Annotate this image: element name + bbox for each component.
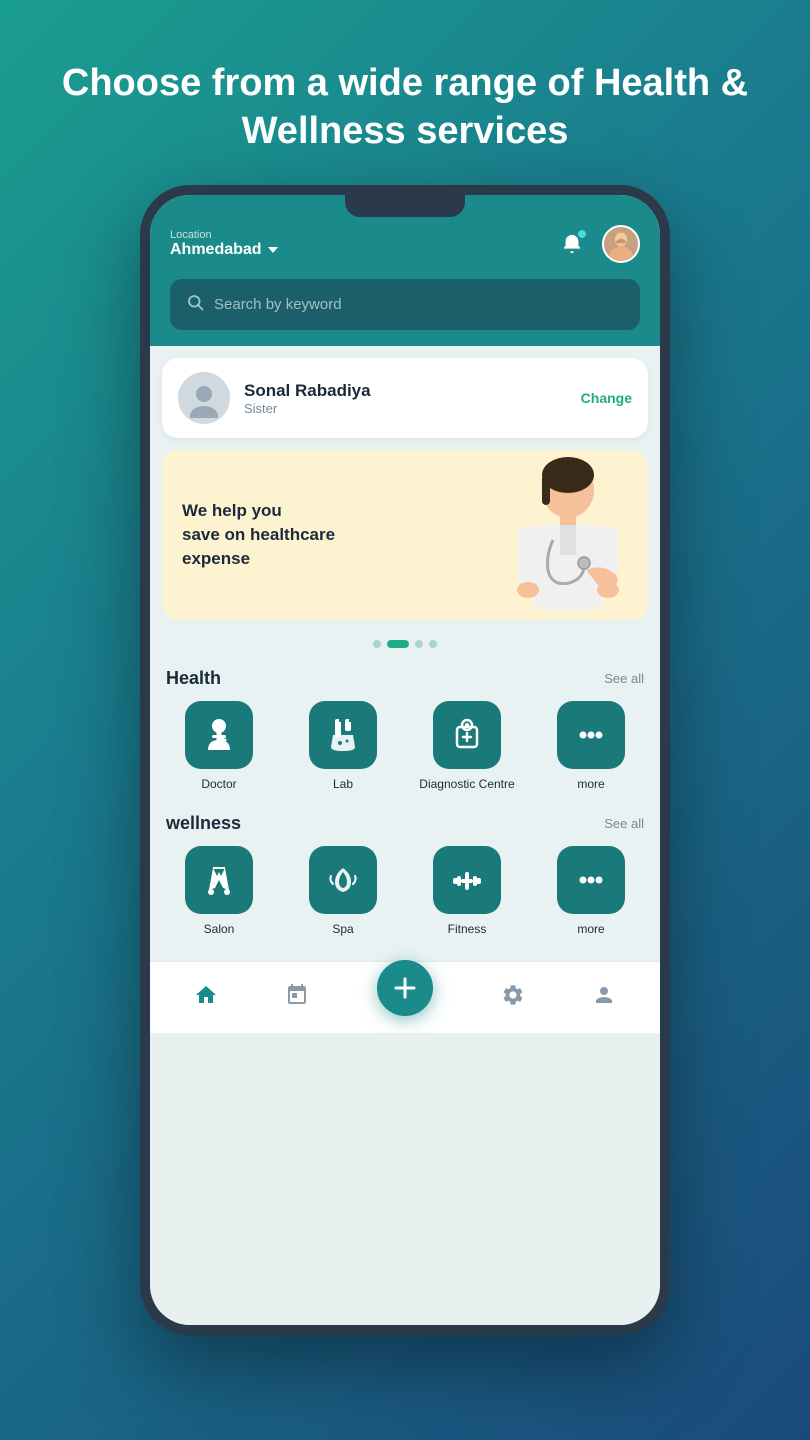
patient-info: Sonal Rabadiya Sister: [244, 381, 567, 416]
banner-dots: [162, 632, 648, 660]
more-wellness-icon: [557, 846, 625, 914]
service-spa[interactable]: Spa: [286, 846, 400, 938]
add-fab-button[interactable]: [377, 960, 433, 1016]
promo-banner: We help you save on healthcare expense: [162, 450, 648, 620]
more-health-label: more: [577, 777, 604, 793]
health-section-header: Health See all: [162, 660, 648, 701]
service-diagnostic[interactable]: Diagnostic Centre: [410, 701, 524, 793]
bottom-navigation: [150, 961, 660, 1033]
health-service-grid: Doctor Lab: [162, 701, 648, 793]
header-actions: [554, 225, 640, 263]
wellness-see-all-button[interactable]: See all: [604, 816, 644, 831]
patient-name: Sonal Rabadiya: [244, 381, 567, 401]
location-value: Ahmedabad: [170, 241, 278, 259]
chevron-down-icon: [268, 247, 278, 253]
doctor-label: Doctor: [201, 777, 236, 793]
banner-text: We help you save on healthcare expense: [162, 479, 648, 590]
service-doctor[interactable]: Doctor: [162, 701, 276, 793]
profile-icon: [592, 983, 616, 1013]
dot-3: [415, 640, 423, 648]
phone-mockup: Location Ahmedabad: [140, 185, 670, 1335]
nav-settings[interactable]: [501, 983, 525, 1013]
diagnostic-label: Diagnostic Centre: [419, 777, 514, 793]
main-content: Sonal Rabadiya Sister Change We help you…: [150, 346, 660, 961]
salon-icon: [185, 846, 253, 914]
spa-icon: [309, 846, 377, 914]
service-salon[interactable]: Salon: [162, 846, 276, 938]
nav-home[interactable]: [194, 983, 218, 1013]
side-button-vol-up: [140, 355, 142, 405]
dot-2: [387, 640, 409, 648]
service-more-wellness[interactable]: more: [534, 846, 648, 938]
service-more-health[interactable]: more: [534, 701, 648, 793]
dot-4: [429, 640, 437, 648]
spa-label: Spa: [332, 922, 353, 938]
avatar[interactable]: [602, 225, 640, 263]
banner-title: We help you save on healthcare expense: [182, 499, 628, 570]
fitness-icon: [433, 846, 501, 914]
search-placeholder: Search by keyword: [214, 296, 342, 313]
patient-card[interactable]: Sonal Rabadiya Sister Change: [162, 358, 648, 438]
settings-icon: [501, 983, 525, 1013]
lab-label: Lab: [333, 777, 353, 793]
wellness-section-header: wellness See all: [162, 805, 648, 846]
patient-avatar: [178, 372, 230, 424]
service-lab[interactable]: Lab: [286, 701, 400, 793]
health-section-title: Health: [166, 668, 221, 689]
health-see-all-button[interactable]: See all: [604, 671, 644, 686]
search-bar-container: Search by keyword: [150, 279, 660, 346]
notification-dot: [578, 230, 586, 238]
wellness-section-title: wellness: [166, 813, 241, 834]
change-patient-button[interactable]: Change: [581, 390, 632, 406]
phone-notch: [345, 195, 465, 217]
fitness-label: Fitness: [448, 922, 487, 938]
location-label: Location: [170, 229, 278, 241]
diagnostic-icon: [433, 701, 501, 769]
side-button-power: [668, 395, 670, 475]
search-input[interactable]: Search by keyword: [170, 279, 640, 330]
nav-profile[interactable]: [592, 983, 616, 1013]
dot-1: [373, 640, 381, 648]
patient-relation: Sister: [244, 401, 567, 416]
home-icon: [194, 983, 218, 1013]
side-button-vol-down: [140, 425, 142, 475]
nav-appointments[interactable]: [285, 983, 309, 1013]
location-selector[interactable]: Location Ahmedabad: [170, 229, 278, 259]
more-health-icon: [557, 701, 625, 769]
service-fitness[interactable]: Fitness: [410, 846, 524, 938]
hero-title: Choose from a wide range of Health & Wel…: [0, 0, 810, 185]
search-icon: [186, 293, 204, 316]
calendar-icon: [285, 983, 309, 1013]
lab-icon: [309, 701, 377, 769]
salon-label: Salon: [204, 922, 235, 938]
more-wellness-label: more: [577, 922, 604, 938]
doctor-icon: [185, 701, 253, 769]
notification-bell-button[interactable]: [554, 226, 590, 262]
wellness-service-grid: Salon Spa: [162, 846, 648, 938]
phone-screen: Location Ahmedabad: [150, 195, 660, 1325]
